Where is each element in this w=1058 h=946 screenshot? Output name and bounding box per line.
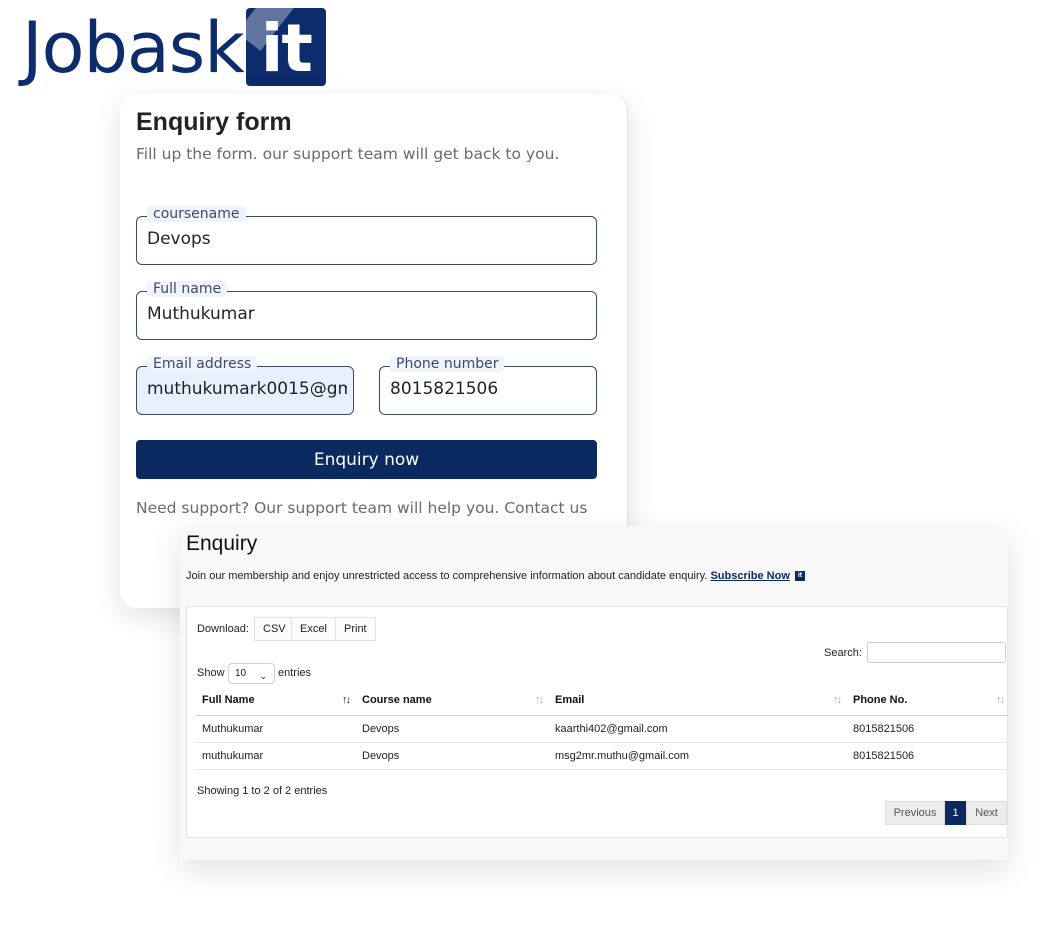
column-full-name[interactable]: Full Name ↑↓	[195, 685, 355, 716]
logo-wordmark: Jobask	[22, 7, 245, 89]
form-subtitle: Fill up the form. our support team will …	[136, 145, 560, 163]
column-phone[interactable]: Phone No. ↑↓	[846, 685, 1009, 716]
column-phone-label: Phone No.	[853, 693, 908, 706]
enquiry-title: Enquiry	[186, 532, 258, 555]
column-course-name[interactable]: Course name ↑↓	[355, 685, 548, 716]
cell-course-name: Devops	[355, 742, 548, 770]
logo-badge-text: it	[260, 10, 313, 86]
phone-label: Phone number	[390, 356, 505, 372]
datatable-panel: Download: CSV Excel Print Search: Show 1…	[186, 606, 1009, 838]
print-button[interactable]: Print	[335, 617, 376, 641]
sort-icon: ↑↓	[535, 694, 544, 706]
sort-asc-icon: ↑↓	[342, 694, 351, 706]
cell-phone: 8015821506	[846, 742, 1009, 770]
support-text: Need support? Our support team will help…	[136, 499, 588, 517]
sort-icon: ↑↓	[833, 694, 842, 706]
previous-page-button[interactable]: Previous	[885, 801, 945, 825]
excel-button[interactable]: Excel	[291, 617, 336, 641]
enquiry-description-text: Join our membership and enjoy unrestrict…	[186, 570, 708, 582]
column-email-label: Email	[555, 693, 585, 706]
fullname-label: Full name	[147, 281, 228, 297]
cell-full-name: Muthukumar	[195, 715, 355, 743]
cell-phone: 8015821506	[846, 715, 1009, 743]
subscribe-now-link[interactable]: Subscribe Now	[710, 570, 789, 582]
table-row: muthukumar Devops msg2mr.muthu@gmail.com…	[195, 742, 1009, 770]
fullname-input[interactable]	[147, 304, 590, 324]
page-1-button[interactable]: 1	[945, 801, 966, 825]
email-label: Email address	[147, 356, 258, 372]
enquiry-table: Full Name ↑↓ Course name ↑↓ Email ↑↓ Pho…	[195, 685, 1009, 770]
coursename-field[interactable]: coursename	[136, 206, 597, 265]
logo-badge: it	[245, 8, 326, 86]
csv-button[interactable]: CSV	[254, 617, 295, 641]
search-label: Search:	[824, 647, 862, 659]
email-input[interactable]	[147, 379, 347, 399]
enquiry-description: Join our membership and enjoy unrestrict…	[186, 570, 805, 582]
subscribe-badge-icon: it	[794, 571, 805, 582]
search-input[interactable]	[867, 642, 1006, 663]
cell-full-name: muthukumar	[195, 742, 355, 770]
email-field[interactable]: Email address	[136, 356, 354, 415]
table-header-row: Full Name ↑↓ Course name ↑↓ Email ↑↓ Pho…	[195, 685, 1009, 716]
table-info: Showing 1 to 2 of 2 entries	[197, 785, 328, 797]
page-size-value: 10	[235, 668, 247, 679]
cell-email: kaarthi402@gmail.com	[548, 715, 846, 743]
fullname-field[interactable]: Full name	[136, 281, 597, 340]
enquiry-now-button[interactable]: Enquiry now	[136, 440, 597, 479]
table-row: Muthukumar Devops kaarthi402@gmail.com 8…	[195, 715, 1009, 743]
form-title: Enquiry form	[136, 108, 292, 136]
cell-email: msg2mr.muthu@gmail.com	[548, 742, 846, 770]
phone-input[interactable]	[390, 379, 590, 399]
cell-course-name: Devops	[355, 715, 548, 743]
coursename-label: coursename	[147, 206, 246, 222]
page-size-select[interactable]: 10 ⌄	[228, 663, 275, 684]
jobaskit-logo[interactable]: Jobask it	[22, 8, 326, 88]
entries-label: entries	[278, 667, 312, 679]
coursename-input[interactable]	[147, 229, 590, 249]
next-page-button[interactable]: Next	[966, 801, 1007, 825]
phone-field[interactable]: Phone number	[379, 356, 597, 415]
chevron-down-icon: ⌄	[259, 671, 267, 681]
column-course-name-label: Course name	[362, 693, 432, 706]
column-full-name-label: Full Name	[202, 693, 255, 706]
download-label: Download:	[197, 623, 249, 635]
enquiry-table-card: Enquiry Join our membership and enjoy un…	[180, 526, 1009, 860]
column-email[interactable]: Email ↑↓	[548, 685, 846, 716]
sort-icon: ↑↓	[996, 694, 1005, 706]
show-label: Show	[197, 667, 225, 679]
